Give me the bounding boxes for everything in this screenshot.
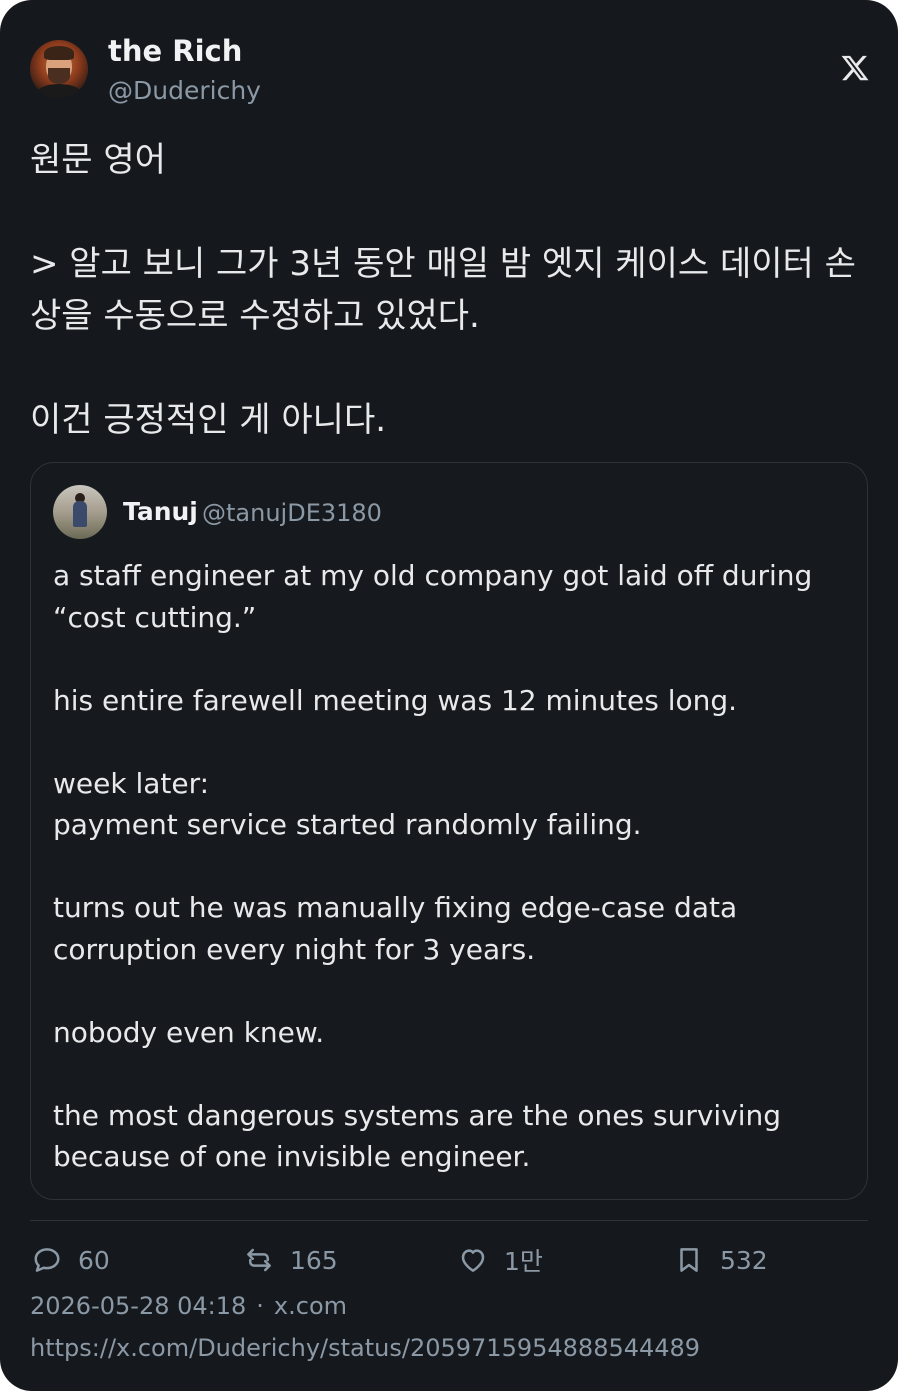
quoted-author-display-name[interactable]: Tanuj [123, 497, 198, 526]
quoted-author-avatar[interactable] [53, 485, 107, 539]
repost-button[interactable]: 165 [244, 1240, 338, 1280]
tweet-card: the Rich @Duderichy 원문 영어 > 알고 보니 그가 3년 … [0, 0, 898, 1391]
tweet-text: 원문 영어 > 알고 보니 그가 3년 동안 매일 밤 엣지 케이스 데이터 손… [30, 140, 856, 440]
quoted-tweet-text: a staff engineer at my old company got l… [53, 559, 813, 1173]
repost-arrows-icon [247, 1248, 271, 1272]
bookmark-count: 532 [720, 1245, 768, 1275]
quoted-avatar-body [73, 501, 87, 527]
bookmark-button[interactable]: 532 [674, 1240, 768, 1280]
repost-count: 165 [290, 1245, 338, 1275]
tweet-url[interactable]: https://x.com/Duderichy/status/205971595… [30, 1334, 700, 1362]
tweet-meta: 2026-05-28 04:18 · x.com [30, 1292, 347, 1320]
quoted-author-handle[interactable]: @tanujDE3180 [202, 499, 382, 527]
x-logo-icon[interactable] [840, 52, 870, 84]
author-handle[interactable]: @Duderichy [108, 76, 261, 105]
tweet-timestamp[interactable]: 2026-05-28 04:18 [30, 1292, 246, 1320]
avatar-beard [48, 68, 70, 84]
actions-divider [30, 1220, 868, 1221]
meta-separator: · [256, 1292, 264, 1320]
author-avatar[interactable] [30, 40, 88, 98]
heart-icon [461, 1249, 485, 1272]
tweet-source[interactable]: x.com [274, 1292, 347, 1320]
reply-bubble-icon [34, 1248, 60, 1272]
author-display-name[interactable]: the Rich [108, 34, 242, 68]
quoted-tweet[interactable]: Tanuj @tanujDE3180 a staff engineer at m… [30, 462, 868, 1200]
reply-button[interactable]: 60 [32, 1240, 110, 1280]
reply-count: 60 [78, 1245, 110, 1275]
avatar-hair [44, 46, 74, 60]
like-button[interactable]: 1만 [458, 1240, 543, 1280]
like-count: 1만 [504, 1247, 543, 1276]
bookmark-icon [680, 1248, 698, 1272]
avatar-shirt [36, 84, 82, 98]
